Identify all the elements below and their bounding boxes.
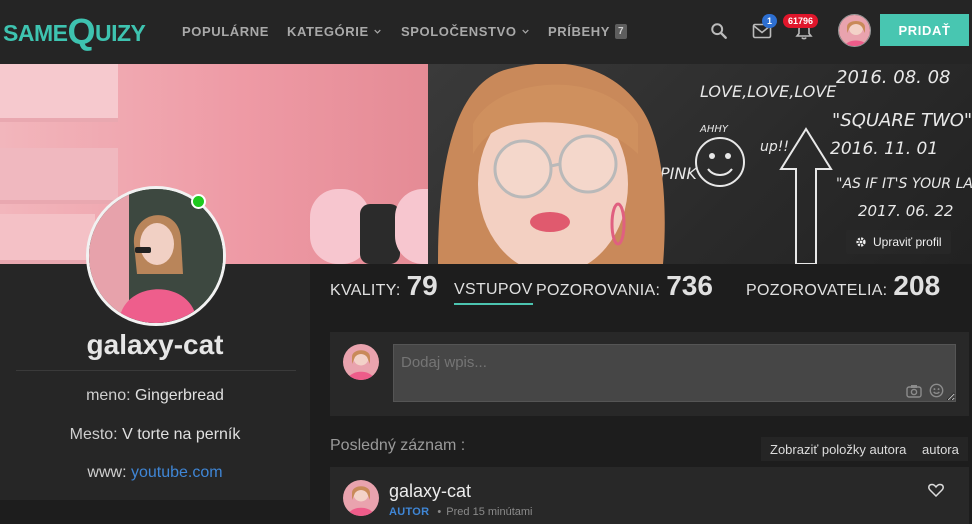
stat-label: KVALITY: — [330, 282, 401, 299]
edit-profile-label: Upraviť profil — [873, 235, 942, 249]
entry-role-badge: AUTOR — [389, 506, 430, 518]
profile-name-row: meno: Gingerbread — [0, 387, 310, 405]
name-value: Gingerbread — [134, 387, 224, 404]
cover-shelf — [0, 214, 95, 264]
stat-label: POZOROVATELIA: — [746, 282, 888, 299]
stat-value: 208 — [893, 270, 941, 301]
stat-value: 736 — [666, 270, 713, 301]
logo-text-uizy: UIZY — [94, 20, 146, 46]
chalk-text: LOVE,LOVE,LOVE — [700, 82, 837, 101]
search-icon[interactable] — [710, 22, 728, 40]
nav-item-stories[interactable]: PRÍBEHY 7 — [548, 24, 628, 39]
heart-icon[interactable] — [928, 483, 944, 497]
notifications-count-badge: 61796 — [783, 14, 819, 28]
name-label: meno: — [86, 387, 131, 404]
separator-dot: • — [437, 506, 442, 518]
nav-item-label: SPOLOČENSTVO — [401, 24, 517, 39]
entry-meta: AUTOR • Pred 15 minútami — [389, 506, 533, 518]
avatar-image — [89, 189, 223, 323]
nav-item-categories[interactable]: KATEGÓRIE — [287, 24, 381, 39]
chalk-arrow-drawing — [779, 127, 833, 264]
chalk-text: 2016. 11. 01 — [830, 139, 939, 159]
top-navbar: SAME Q UIZY POPULÁRNE KATEGÓRIE SPOLOČEN… — [0, 0, 972, 64]
stat-qualities[interactable]: KVALITY: 79 — [330, 270, 438, 302]
entry-timestamp: Pred 15 minútami — [446, 506, 533, 518]
avatar-image — [343, 344, 379, 380]
post-input[interactable] — [393, 344, 956, 402]
profile-avatar[interactable] — [86, 186, 226, 326]
web-link[interactable]: youtube.com — [131, 464, 223, 481]
chevron-down-icon — [521, 29, 529, 34]
stat-watchers[interactable]: POZOROVATELIA: 208 — [746, 270, 940, 302]
chalk-text: 2016. 08. 08 — [836, 67, 951, 88]
filter-author-button[interactable]: autora — [913, 437, 968, 461]
site-logo[interactable]: SAME Q UIZY — [3, 9, 146, 53]
web-label: www: — [87, 464, 127, 481]
nav-item-label: POPULÁRNE — [182, 24, 270, 39]
chalk-smiley-drawing — [695, 137, 745, 187]
cover-shelf — [0, 64, 118, 122]
online-status-indicator — [191, 194, 206, 209]
edit-profile-button[interactable]: Upraviť profil — [846, 230, 951, 254]
entry-avatar[interactable] — [343, 480, 379, 516]
nav-item-popular[interactable]: POPULÁRNE — [182, 24, 269, 39]
city-label: Mesto: — [69, 426, 118, 443]
messages-count-badge: 1 — [762, 14, 778, 28]
nav-item-community[interactable]: SPOLOČENSTVO — [401, 24, 529, 39]
entry-author-name[interactable]: galaxy-cat — [389, 481, 471, 502]
tab-entries[interactable]: VSTUPOV — [454, 281, 533, 299]
active-tab-indicator — [454, 303, 533, 305]
logo-text-same: SAME — [3, 20, 68, 46]
nav-item-label: KATEGÓRIE — [287, 24, 369, 39]
stat-watching[interactable]: POZOROVANIA: 736 — [536, 270, 713, 302]
stat-label: POZOROVANIA: — [536, 282, 661, 299]
add-button[interactable]: PRIDAŤ — [880, 14, 969, 46]
cover-shelf — [0, 148, 118, 204]
user-menu-avatar[interactable] — [838, 14, 871, 47]
latest-entry-label: Posledný záznam : — [330, 437, 466, 454]
smiley-icon[interactable] — [929, 383, 944, 398]
avatar-image — [839, 15, 870, 46]
chevron-down-icon — [373, 29, 381, 34]
profile-web-row: www: youtube.com — [0, 464, 310, 482]
stat-value: 79 — [406, 270, 438, 301]
cover-portrait-image — [438, 64, 665, 264]
stories-count-badge: 7 — [615, 24, 628, 39]
camera-icon[interactable] — [906, 384, 922, 398]
profile-username: galaxy-cat — [86, 329, 224, 360]
filter-label: Zobraziť položky autora — [770, 441, 907, 457]
nav-item-label: PRÍBEHY — [548, 24, 610, 39]
gear-icon — [856, 237, 866, 247]
city-value: V torte na perník — [122, 426, 241, 443]
filter-author-items-button[interactable]: Zobraziť položky autora — [761, 437, 916, 461]
chalk-text: "SQUARE TWO" — [832, 110, 972, 131]
divider — [16, 370, 296, 371]
logo-text-q: Q — [67, 11, 95, 52]
chalk-text: 2017. 06. 22 — [858, 202, 954, 220]
composer-avatar — [343, 344, 379, 380]
filter-label: autora — [922, 441, 959, 457]
profile-sidebar-bottom — [0, 500, 310, 524]
profile-city-row: Mesto: V torte na perník — [0, 426, 310, 444]
chalk-text: "AS IF IT'S YOUR LAST" — [836, 176, 972, 192]
avatar-image — [343, 480, 379, 516]
